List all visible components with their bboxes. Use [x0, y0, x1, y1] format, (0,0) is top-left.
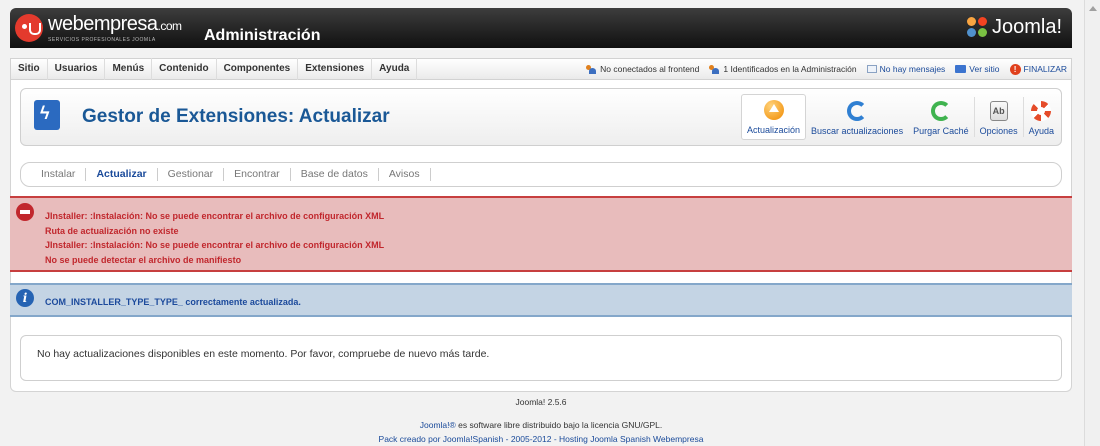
- menu-item-componentes[interactable]: Componentes: [217, 58, 299, 80]
- error-line: JInstaller: :Instalación: No se puede en…: [45, 211, 385, 221]
- update-button[interactable]: Actualización: [740, 94, 807, 140]
- help-button[interactable]: Ayuda: [1024, 94, 1059, 140]
- brand-tagline: SERVICIOS PROFESIONALES JOOMLA: [48, 36, 156, 43]
- brand-suffix: .com: [157, 18, 183, 33]
- options-icon: Ab: [989, 101, 1008, 121]
- tab-avisos[interactable]: Avisos: [379, 168, 431, 181]
- page-title: Gestor de Extensiones: Actualizar: [82, 106, 390, 127]
- menu-item-usuarios[interactable]: Usuarios: [48, 58, 106, 80]
- update-icon: [763, 100, 784, 120]
- messages-link[interactable]: No hay mensajes: [866, 64, 945, 74]
- extension-manager-icon: [34, 100, 60, 130]
- refresh-icon: [847, 101, 868, 121]
- webempresa-logo-icon: [15, 14, 43, 42]
- logout-link[interactable]: ! FINALIZAR: [1009, 63, 1067, 75]
- info-icon: i: [16, 289, 34, 307]
- toolbar-buttons: Actualización Buscar actualizaciones Pur…: [740, 94, 1059, 140]
- menu-item-menus[interactable]: Menús: [105, 58, 153, 80]
- admin-header: webempresa.com SERVICIOS PROFESIONALES J…: [10, 8, 1072, 48]
- info-text: COM_INSTALLER_TYPE_TYPE_ correctamente a…: [45, 297, 301, 307]
- menu-item-extensiones[interactable]: Extensiones: [298, 58, 373, 80]
- joomla-link[interactable]: Joomla!®: [420, 420, 456, 430]
- vertical-scrollbar[interactable]: [1084, 0, 1100, 446]
- tab-gestionar[interactable]: Gestionar: [158, 168, 225, 181]
- submenu-tabs: Instalar Actualizar Gestionar Encontrar …: [20, 162, 1062, 187]
- credit-link[interactable]: Pack creado por Joomla!Spanish - 2005-20…: [10, 434, 1072, 444]
- info-message: i COM_INSTALLER_TYPE_TYPE_ correctamente…: [10, 283, 1072, 317]
- find-updates-button[interactable]: Buscar actualizaciones: [806, 94, 908, 140]
- menu-item-contenido[interactable]: Contenido: [152, 58, 217, 80]
- power-icon: !: [1009, 63, 1021, 75]
- mail-icon: [866, 65, 877, 73]
- menu-item-ayuda[interactable]: Ayuda: [372, 58, 418, 80]
- status-frontend: No conectados al frontend: [586, 64, 699, 74]
- error-line: JInstaller: :Instalación: No se puede en…: [45, 240, 385, 250]
- purge-icon: [930, 101, 951, 121]
- no-updates-text: No hay actualizaciones disponibles en es…: [37, 348, 490, 360]
- main-menu: Sitio Usuarios Menús Contenido Component…: [10, 58, 1072, 80]
- tab-base-de-datos[interactable]: Base de datos: [291, 168, 379, 181]
- help-icon: [1031, 101, 1052, 121]
- error-line: No se puede detectar el archivo de manif…: [45, 254, 242, 265]
- error-line: Ruta de actualización no existe: [45, 225, 179, 236]
- error-message: JInstaller: :Instalación: No se puede en…: [10, 196, 1072, 272]
- users-icon: [709, 64, 720, 74]
- view-site-link[interactable]: Ver sitio: [955, 64, 1000, 74]
- options-button[interactable]: Ab Opciones: [975, 94, 1023, 140]
- webempresa-logo[interactable]: webempresa.com SERVICIOS PROFESIONALES J…: [15, 12, 182, 44]
- joomla-logo-icon: [966, 16, 989, 39]
- license-text: Joomla!® es software libre distribuido b…: [419, 420, 663, 430]
- purge-cache-button[interactable]: Purgar Caché: [908, 94, 974, 140]
- browser-viewport: webempresa.com SERVICIOS PROFESIONALES J…: [0, 0, 1084, 446]
- tab-encontrar[interactable]: Encontrar: [224, 168, 291, 181]
- joomla-logo: Joomla!: [966, 16, 1062, 39]
- version-text: Joomla! 2.5.6: [515, 397, 567, 407]
- error-icon: [16, 203, 34, 221]
- no-updates-panel: No hay actualizaciones disponibles en es…: [20, 335, 1062, 381]
- header-title: Administración: [204, 27, 321, 44]
- status-bar: No conectados al frontend 1 Identificado…: [576, 59, 1071, 79]
- tab-actualizar[interactable]: Actualizar: [86, 168, 158, 181]
- status-admin: 1 Identificados en la Administración: [709, 64, 857, 74]
- toolbar: Gestor de Extensiones: Actualizar Actual…: [20, 88, 1062, 146]
- users-icon: [586, 64, 597, 74]
- tab-instalar[interactable]: Instalar: [31, 168, 87, 181]
- joomla-wordmark: Joomla!: [991, 16, 1062, 38]
- menu-item-sitio[interactable]: Sitio: [11, 58, 48, 80]
- brand-main: webempresa: [48, 12, 158, 35]
- scroll-up-icon[interactable]: [1089, 6, 1097, 11]
- monitor-icon: [955, 65, 967, 73]
